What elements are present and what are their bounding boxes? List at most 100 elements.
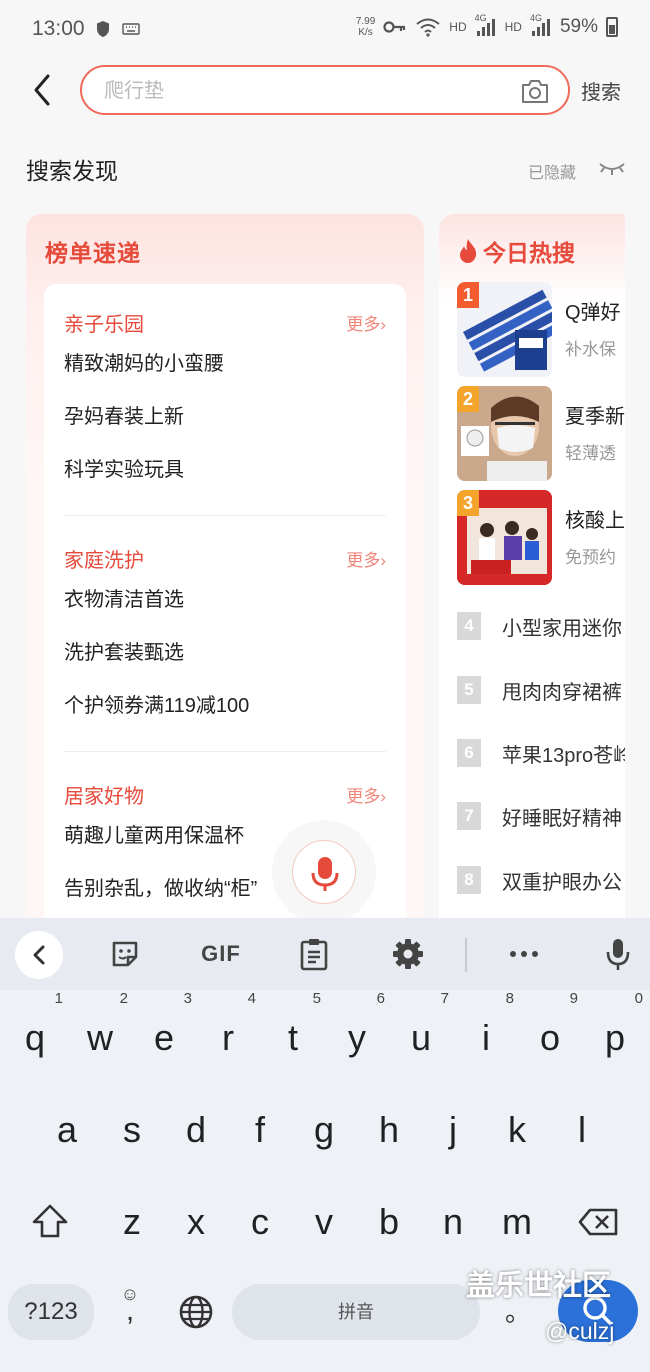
key-y[interactable]: 6y [325,990,389,1078]
net-speed: 7.99 K/s [355,16,376,38]
rank-badge: 1 [457,282,479,308]
key-t[interactable]: 5t [261,990,325,1078]
hot-item-title: Q弹好 [565,302,621,324]
eye-closed-icon[interactable] [598,160,626,176]
hot-item-subtitle: 轻薄透 [565,444,616,463]
hot-item-text: 小型家用迷你 [502,618,622,640]
list-item[interactable]: 孕妈春装上新 [64,391,386,444]
battery-icon [606,17,618,37]
clipboard-icon [300,939,328,971]
key-o[interactable]: 9o [518,990,582,1078]
key-w[interactable]: 2w [68,990,132,1078]
watermark-text: 盖乐世社区 [466,1270,612,1302]
hot-item-1[interactable]: 1 Q弹好 补水保 [457,282,625,378]
key-i[interactable]: 8i [454,990,518,1078]
key-e[interactable]: 3e [132,990,196,1078]
status-time: 13:00 [32,17,85,40]
keyboard-collapse-button[interactable] [15,931,63,979]
key-f[interactable]: f [228,1090,292,1170]
gear-icon [393,939,423,969]
shift-key[interactable] [18,1182,82,1262]
divider [64,751,386,752]
product-image: 3 [457,490,552,585]
sticker-button[interactable] [106,936,144,972]
watermark-handle: @culzj [545,1318,615,1344]
hot-item-text: 甩肉肉穿裙裤 [502,682,622,704]
section-title[interactable]: 亲子乐园 [64,308,144,337]
hot-item-text: 好睡眠好精神 [502,808,622,830]
key-a[interactable]: a [35,1090,99,1170]
rank-number: 8 [457,866,481,894]
rank-number: 4 [457,612,481,640]
key-r[interactable]: 4r [196,990,260,1078]
voice-input-button[interactable] [602,936,634,972]
divider [64,515,386,516]
search-box[interactable] [80,65,570,115]
rank-number: 7 [457,802,481,830]
symbols-key[interactable]: ?123 [8,1284,94,1340]
shield-icon [97,21,109,37]
gif-label: GIF [201,941,241,966]
list-item[interactable]: 精致潮妈的小蛮腰 [64,338,386,391]
gif-button[interactable]: GIF [196,936,246,972]
wifi-icon [416,18,440,37]
key-p[interactable]: 0p [583,990,647,1078]
space-bar[interactable]: 拼音 [232,1284,480,1340]
key-v[interactable]: v [292,1182,356,1262]
key-j[interactable]: j [421,1090,485,1170]
language-key[interactable] [164,1272,228,1352]
list-item[interactable]: 个护领券满119减100 [64,680,386,733]
hot-item-3[interactable]: 3 核酸上 免预约 [457,490,625,586]
key-n[interactable]: n [421,1182,485,1262]
hot-item-7[interactable]: 7 好睡眠好精神 [457,798,625,838]
key-d[interactable]: d [164,1090,228,1170]
backspace-icon [578,1208,618,1236]
section-title[interactable]: 家庭洗护 [64,544,144,573]
more-button[interactable] [507,936,541,972]
voice-search-button[interactable] [292,840,356,904]
keyboard-toolbar: GIF [0,918,650,990]
comma-key[interactable]: ☺ , [98,1274,162,1350]
key-h[interactable]: h [357,1090,421,1170]
key-u[interactable]: 7u [389,990,453,1078]
search-input[interactable] [104,76,504,106]
list-item[interactable]: 衣物清洁首选 [64,574,386,627]
hot-item-5[interactable]: 5 甩肉肉穿裙裤 [457,672,625,712]
sticker-icon [112,941,138,967]
key-s[interactable]: s [100,1090,164,1170]
key-q[interactable]: 1q [3,990,67,1078]
hot-item-text: 苹果13pro苍岭 [502,745,625,767]
hidden-toggle-label[interactable]: 已隐藏 [528,159,576,183]
key-b[interactable]: b [357,1182,421,1262]
hot-item-8[interactable]: 8 双重护眼办公 [457,862,625,902]
key-z[interactable]: z [100,1182,164,1262]
back-arrow-icon[interactable] [26,70,58,110]
clipboard-button[interactable] [297,936,331,972]
section-title[interactable]: 居家好物 [64,780,144,809]
more-link[interactable]: 更多› [346,782,386,807]
signal-label-1: 4G [474,13,487,23]
list-item[interactable]: 科学实验玩具 [64,444,386,497]
key-m[interactable]: m [485,1182,549,1262]
key-l[interactable]: l [550,1090,614,1170]
hd-label-1: HD [449,20,467,34]
hot-item-subtitle: 补水保 [565,340,616,359]
key-g[interactable]: g [292,1090,356,1170]
hot-item-6[interactable]: 6 苹果13pro苍岭 [457,735,625,775]
more-link[interactable]: 更多› [346,546,386,571]
ranking-title: 榜单速递 [45,240,141,266]
camera-icon[interactable] [520,77,550,105]
hot-item-2[interactable]: 2 夏季新 轻薄透 [457,386,625,482]
list-item[interactable]: 洗护套装甄选 [64,627,386,680]
more-link[interactable]: 更多› [346,310,386,335]
battery-percent: 59% [559,16,598,37]
backspace-key[interactable] [566,1182,630,1262]
product-image: 2 [457,386,552,481]
settings-button[interactable] [390,936,426,972]
search-button[interactable]: 搜索 [581,76,621,105]
key-k[interactable]: k [485,1090,549,1170]
key-c[interactable]: c [228,1182,292,1262]
rank-section-1: 亲子乐园 更多› 精致潮妈的小蛮腰 孕妈春装上新 科学实验玩具 [64,308,386,516]
hot-item-4[interactable]: 4 小型家用迷你 [457,608,625,648]
key-x[interactable]: x [164,1182,228,1262]
